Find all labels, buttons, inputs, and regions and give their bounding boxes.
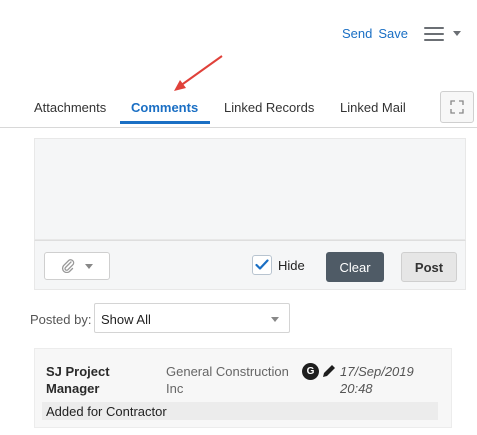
tab-attachments[interactable]: Attachments xyxy=(34,100,106,115)
post-button[interactable]: Post xyxy=(401,252,457,282)
expand-icon xyxy=(450,100,464,114)
tab-bar: Attachments Comments Linked Records Link… xyxy=(0,88,477,128)
hide-checkbox[interactable] xyxy=(252,255,272,275)
paperclip-icon xyxy=(61,259,75,273)
posted-by-label: Posted by: xyxy=(30,312,92,327)
menu-dropdown-caret-icon[interactable] xyxy=(453,31,461,36)
tab-linked-mail[interactable]: Linked Mail xyxy=(340,100,406,115)
visibility-badge-icon: G xyxy=(302,363,319,380)
checkmark-icon xyxy=(255,259,269,270)
posted-by-value: Show All xyxy=(101,312,151,327)
pencil-icon[interactable] xyxy=(320,362,338,380)
chevron-down-icon xyxy=(271,317,279,322)
send-link[interactable]: Send xyxy=(342,26,372,41)
attach-button[interactable] xyxy=(44,252,110,280)
posted-by-select[interactable]: Show All xyxy=(94,303,290,333)
top-actions: Send Save xyxy=(342,26,461,41)
action-bar: Send Save xyxy=(0,0,477,80)
tab-linked-records[interactable]: Linked Records xyxy=(224,100,314,115)
comment-company: General Construction Inc xyxy=(166,364,289,396)
active-tab-indicator xyxy=(120,121,210,124)
hide-label: Hide xyxy=(278,258,305,273)
comment-author: SJ Project Manager xyxy=(46,364,110,396)
comment-input[interactable] xyxy=(34,138,466,240)
hamburger-menu-icon[interactable] xyxy=(424,26,444,41)
clear-button[interactable]: Clear xyxy=(326,252,384,282)
tab-comments[interactable]: Comments xyxy=(131,100,198,115)
comment-text: Added for Contractor xyxy=(42,402,438,420)
comment-timestamp: 17/Sep/2019 20:48 xyxy=(340,364,414,396)
expand-button[interactable] xyxy=(440,91,474,123)
save-link[interactable]: Save xyxy=(378,26,408,41)
attach-dropdown-caret-icon xyxy=(85,263,93,269)
